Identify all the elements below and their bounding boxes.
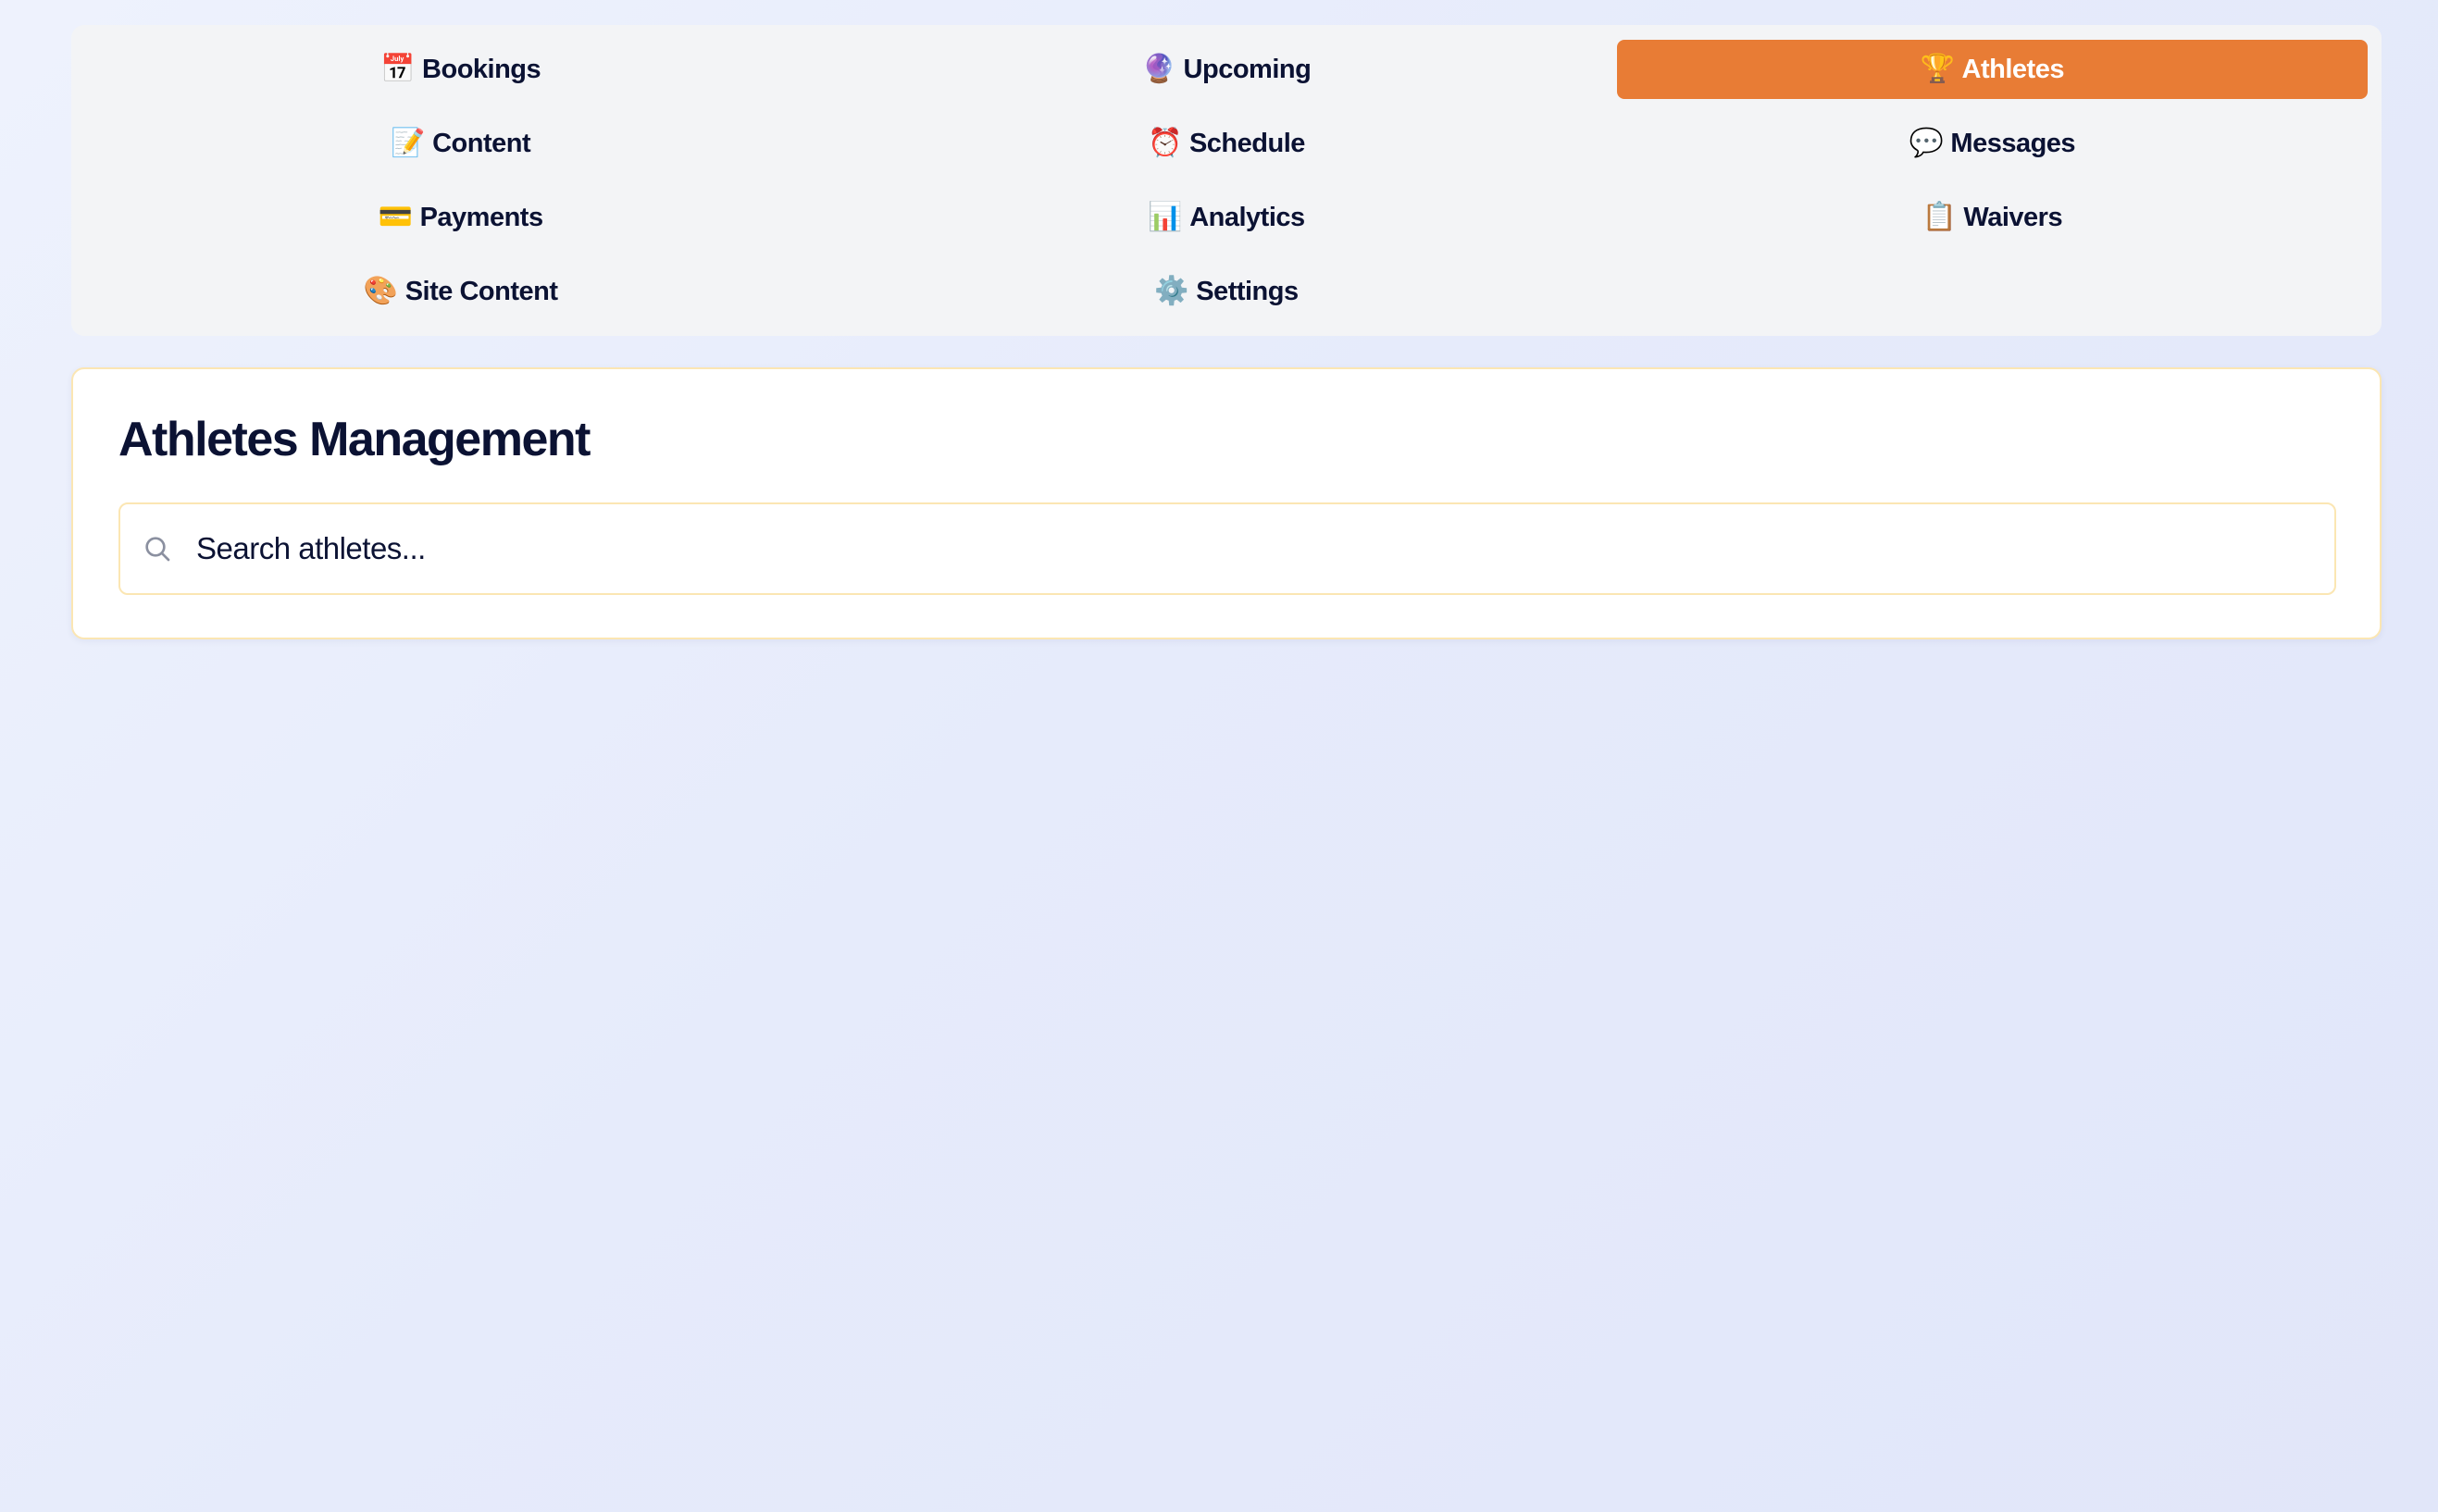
- nav-item-label: Athletes: [1961, 54, 2065, 84]
- bar-chart-icon: 📊: [1148, 202, 1183, 232]
- nav-item-label: Messages: [1950, 128, 2076, 158]
- page-title: Athletes Management: [118, 413, 591, 466]
- nav-item-label: Content: [432, 128, 531, 158]
- nav-item-messages[interactable]: 💬 Messages: [1617, 114, 2368, 173]
- nav-item-settings[interactable]: ⚙️ Settings: [851, 262, 1601, 321]
- nav-item-label: Waivers: [1963, 202, 2063, 232]
- search-box[interactable]: [118, 502, 2336, 595]
- palette-icon: 🎨: [363, 276, 398, 306]
- credit-card-icon: 💳: [378, 202, 413, 232]
- nav-item-schedule[interactable]: ⏰ Schedule: [851, 114, 1601, 173]
- memo-icon: 📝: [391, 128, 426, 158]
- nav-item-label: Upcoming: [1183, 54, 1312, 84]
- nav-item-label: Settings: [1196, 276, 1299, 306]
- trophy-icon: 🏆: [1920, 54, 1955, 84]
- nav-item-analytics[interactable]: 📊 Analytics: [851, 188, 1601, 247]
- athletes-management-card: Athletes Management: [71, 367, 2382, 639]
- nav-item-site-content[interactable]: 🎨 Site Content: [85, 262, 836, 321]
- gear-icon: ⚙️: [1154, 276, 1189, 306]
- search-input[interactable]: [196, 504, 2334, 593]
- admin-nav: 📅 Bookings 🔮 Upcoming 🏆 Athletes 📝 Conte…: [71, 25, 2382, 336]
- nav-item-upcoming[interactable]: 🔮 Upcoming: [851, 40, 1601, 99]
- clipboard-icon: 📋: [1922, 202, 1957, 232]
- nav-item-waivers[interactable]: 📋 Waivers: [1617, 188, 2368, 247]
- nav-item-label: Payments: [419, 202, 544, 232]
- nav-item-athletes[interactable]: 🏆 Athletes: [1616, 40, 2368, 99]
- crystal-ball-icon: 🔮: [1141, 54, 1176, 84]
- nav-item-bookings[interactable]: 📅 Bookings: [85, 40, 836, 99]
- calendar-icon: 📅: [380, 54, 416, 84]
- nav-item-label: Schedule: [1188, 128, 1305, 158]
- speech-bubble-icon: 💬: [1909, 128, 1944, 158]
- search-icon: [145, 537, 170, 562]
- nav-item-label: Analytics: [1189, 202, 1305, 232]
- nav-item-payments[interactable]: 💳 Payments: [85, 188, 836, 247]
- nav-item-content[interactable]: 📝 Content: [85, 114, 836, 173]
- alarm-clock-icon: ⏰: [1148, 128, 1182, 158]
- nav-item-label: Site Content: [404, 276, 558, 306]
- nav-item-label: Bookings: [422, 54, 541, 84]
